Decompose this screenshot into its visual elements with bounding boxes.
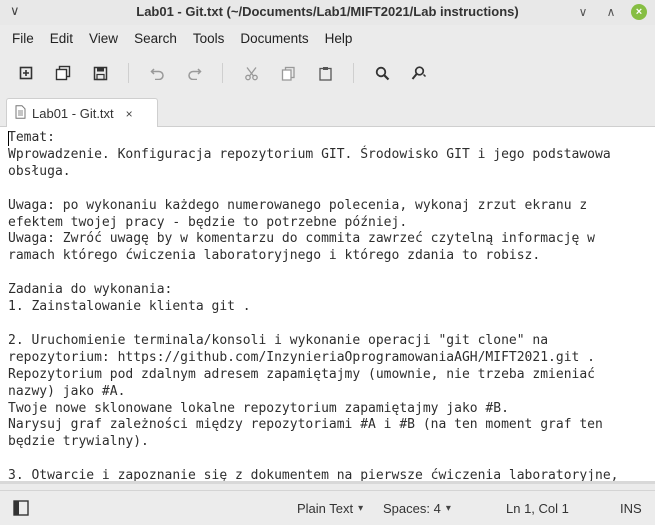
open-icon[interactable] — [51, 61, 75, 85]
cursor-position: Ln 1, Col 1 — [506, 501, 569, 516]
close-button[interactable]: × — [631, 4, 647, 20]
language-label: Plain Text — [297, 501, 354, 516]
menu-help[interactable]: Help — [317, 31, 361, 46]
paste-icon[interactable] — [313, 61, 337, 85]
menu-documents[interactable]: Documents — [232, 31, 316, 46]
status-bar: Plain Text ▾ Spaces: 4 ▾ Ln 1, Col 1 INS — [0, 490, 655, 525]
maximize-button[interactable]: ∧ — [603, 4, 619, 20]
text-editor[interactable]: Temat: Wprowadzenie. Konfiguracja repozy… — [0, 127, 655, 484]
tab-bar: Lab01 - Git.txt × — [0, 92, 655, 128]
toolbar-separator — [128, 63, 129, 83]
toolbar-separator — [353, 63, 354, 83]
toolbar-separator — [222, 63, 223, 83]
save-icon[interactable] — [88, 61, 112, 85]
tab-close-icon[interactable]: × — [126, 107, 133, 121]
cut-icon[interactable] — [239, 61, 263, 85]
menu-view[interactable]: View — [81, 31, 126, 46]
tab-label: Lab01 - Git.txt — [32, 106, 114, 121]
horizontal-scrollbar[interactable] — [0, 481, 655, 484]
menu-edit[interactable]: Edit — [42, 31, 81, 46]
language-selector[interactable]: Plain Text ▾ — [297, 501, 363, 516]
text-cursor — [8, 131, 9, 146]
undo-icon[interactable] — [145, 61, 169, 85]
side-panel-toggle-icon[interactable] — [13, 500, 29, 516]
menu-bar: File Edit View Search Tools Documents He… — [0, 25, 655, 51]
chevron-down-icon: ▾ — [358, 503, 364, 514]
window-title: Lab01 - Git.txt (~/Documents/Lab1/MIFT20… — [136, 4, 519, 19]
minimize-button[interactable]: ∨ — [575, 4, 591, 20]
toolbar — [0, 54, 655, 92]
indent-selector[interactable]: Spaces: 4 ▾ — [383, 501, 451, 516]
new-document-icon[interactable] — [14, 61, 38, 85]
insert-mode-indicator[interactable]: INS — [620, 501, 642, 516]
spaces-label: Spaces: 4 — [383, 501, 441, 516]
document-text[interactable]: Temat: Wprowadzenie. Konfiguracja repozy… — [8, 130, 655, 484]
title-bar: ∨ Lab01 - Git.txt (~/Documents/Lab1/MIFT… — [0, 0, 655, 25]
tab-lab01-git[interactable]: Lab01 - Git.txt × — [6, 98, 158, 128]
text-document-icon — [15, 105, 26, 122]
copy-icon[interactable] — [276, 61, 300, 85]
find-replace-icon[interactable] — [407, 61, 431, 85]
chevron-down-icon: ▾ — [445, 503, 451, 514]
menu-file[interactable]: File — [4, 31, 42, 46]
redo-icon[interactable] — [182, 61, 206, 85]
menu-tools[interactable]: Tools — [185, 31, 233, 46]
search-icon[interactable] — [370, 61, 394, 85]
menu-search[interactable]: Search — [126, 31, 185, 46]
